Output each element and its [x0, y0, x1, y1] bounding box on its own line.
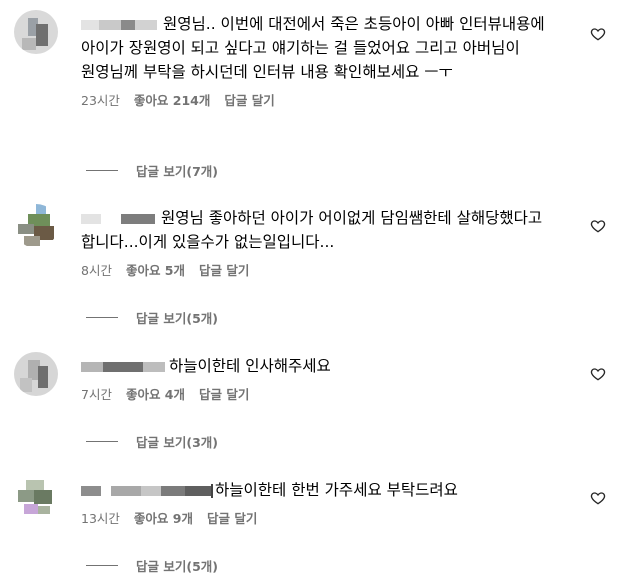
- view-replies-button[interactable]: 답글 보기(7개): [86, 161, 218, 180]
- divider-line: [86, 441, 118, 442]
- comment-time[interactable]: 13시간: [81, 508, 120, 527]
- blurred-username[interactable]: [81, 212, 155, 226]
- comment-meta: 7시간 좋아요 4개 답글 달기: [81, 384, 581, 403]
- like-count[interactable]: 좋아요 5개: [126, 260, 185, 279]
- reply-button[interactable]: 답글 달기: [224, 90, 274, 109]
- comment-time[interactable]: 8시간: [81, 260, 112, 279]
- comment-meta: 13시간 좋아요 9개 답글 달기: [81, 508, 581, 527]
- comment-text: 하늘이한테 인사해주세요: [81, 354, 581, 378]
- heart-icon[interactable]: [590, 366, 606, 382]
- heart-icon[interactable]: [590, 26, 606, 42]
- blurred-username[interactable]: [81, 360, 165, 374]
- reply-button[interactable]: 답글 달기: [199, 384, 249, 403]
- view-replies-label: 답글 보기(5개): [136, 311, 218, 326]
- reply-button[interactable]: 답글 달기: [207, 508, 257, 527]
- view-replies-label: 답글 보기(7개): [136, 164, 218, 179]
- divider-line: [86, 317, 118, 318]
- heart-icon[interactable]: [590, 490, 606, 506]
- reply-button[interactable]: 답글 달기: [199, 260, 249, 279]
- view-replies-button[interactable]: 답글 보기(5개): [86, 308, 218, 327]
- divider-line: [86, 565, 118, 566]
- blurred-username[interactable]: [81, 18, 157, 32]
- avatar[interactable]: [14, 476, 58, 520]
- comment-body: 하늘이한테 한번 가주세요 부탁드려요: [215, 481, 458, 499]
- comment-text: 하늘이한테 한번 가주세요 부탁드려요: [81, 478, 581, 502]
- view-replies-button[interactable]: 답글 보기(3개): [86, 432, 218, 451]
- avatar[interactable]: [14, 352, 58, 396]
- avatar[interactable]: [14, 204, 58, 248]
- comment-text: 원영님 좋아하던 아이가 어이없게 담임쌤한테 살해당했다고 합니다...이게 …: [81, 206, 581, 254]
- like-count[interactable]: 좋아요 9개: [134, 508, 193, 527]
- avatar[interactable]: [14, 10, 58, 54]
- blurred-username[interactable]: [81, 483, 213, 498]
- comment-text: 원영님.. 이번에 대전에서 죽은 초등아이 아빠 인터뷰내용에 아이가 장원영…: [81, 12, 581, 84]
- heart-icon[interactable]: [590, 218, 606, 234]
- view-replies-label: 답글 보기(3개): [136, 435, 218, 450]
- like-count[interactable]: 좋아요 4개: [126, 384, 185, 403]
- comment-body: 하늘이한테 인사해주세요: [169, 357, 331, 375]
- divider-line: [86, 170, 118, 171]
- comment-time[interactable]: 23시간: [81, 90, 120, 109]
- like-count[interactable]: 좋아요 214개: [134, 90, 210, 109]
- view-replies-button[interactable]: 답글 보기(5개): [86, 556, 218, 575]
- comment-meta: 8시간 좋아요 5개 답글 달기: [81, 260, 581, 279]
- comment-time[interactable]: 7시간: [81, 384, 112, 403]
- view-replies-label: 답글 보기(5개): [136, 559, 218, 574]
- comment-meta: 23시간 좋아요 214개 답글 달기: [81, 90, 581, 109]
